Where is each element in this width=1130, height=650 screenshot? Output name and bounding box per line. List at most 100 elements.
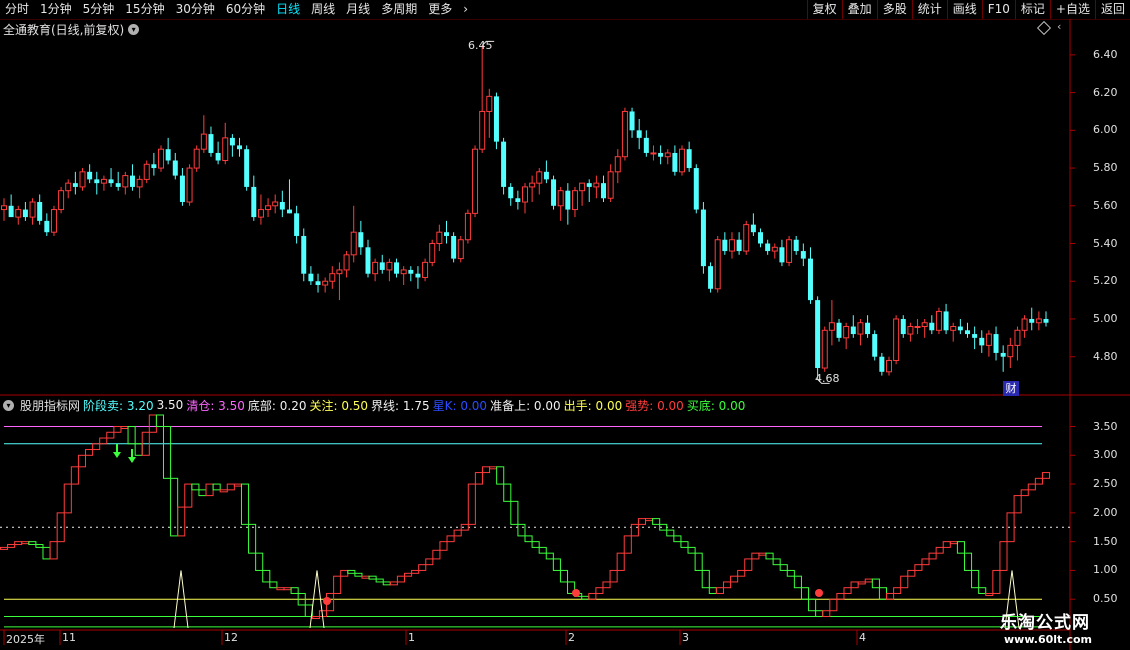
candle-body-down <box>172 160 178 176</box>
candle-body-down <box>601 183 607 199</box>
indicator-step <box>276 587 285 591</box>
indicator-step <box>269 581 278 589</box>
watermark-url: www.60lt.com <box>1004 633 1093 646</box>
candle-body-down <box>900 318 906 335</box>
indicator-step <box>1027 483 1036 491</box>
indicator-step <box>786 569 795 577</box>
chart-canvas[interactable] <box>0 0 1130 650</box>
candle-body-down <box>408 269 414 274</box>
candle-body-down <box>294 213 300 236</box>
indicator-step <box>283 587 292 591</box>
indicator-param-3: 底部: 0.20 <box>247 398 307 413</box>
candle-body-up <box>614 156 621 173</box>
candle-body-up <box>728 239 735 252</box>
indicator-step <box>21 541 30 545</box>
candle-body-down <box>972 334 978 338</box>
indicator-step <box>361 575 370 579</box>
watermark-title: 乐淘公式网 <box>1000 613 1090 633</box>
candle-body-down <box>943 311 949 331</box>
indicator-tick-label: 2.50 <box>1093 477 1118 491</box>
candle-body-down <box>279 202 285 210</box>
date-label: 2 <box>568 631 575 644</box>
candle-body-down <box>22 209 28 218</box>
indicator-step <box>474 472 483 485</box>
candle-body-up <box>786 239 793 263</box>
indicator-step <box>127 426 136 445</box>
indicator-header: ▾ 股朋指标网 阶段卖: 3.20 3.50 清仓: 3.50 底部: 0.20 关注… <box>0 397 748 413</box>
indicator-param-4: 关注: 0.50 <box>309 398 369 413</box>
indicator-step <box>893 587 902 594</box>
indicator-step <box>751 552 760 560</box>
candle-body-down <box>629 111 635 131</box>
candle-body-up <box>536 171 543 184</box>
indicator-tick-label: 3.00 <box>1093 448 1118 462</box>
candle-body-up <box>579 182 586 192</box>
indicator-step <box>467 483 476 525</box>
candle-body-down <box>722 239 728 252</box>
indicator-step <box>694 552 703 571</box>
price-tick-label: 5.80 <box>1093 161 1118 175</box>
candle-body-down <box>229 137 235 146</box>
indicator-step <box>652 518 661 525</box>
indicator-step <box>829 598 838 612</box>
candle-body-down <box>758 232 764 244</box>
indicator-step <box>481 466 491 474</box>
candle-body-up <box>79 171 86 188</box>
candle-body-up <box>422 261 429 278</box>
candle-body-up <box>336 269 343 275</box>
indicator-param-5: 界线: 1.75 <box>371 398 430 413</box>
candle-body-up <box>985 333 992 346</box>
indicator-step <box>531 541 540 548</box>
indicator-step <box>715 587 724 594</box>
candle-body-down <box>1043 318 1049 323</box>
indicator-step <box>396 575 405 583</box>
indicator-step <box>673 535 682 543</box>
indicator-step <box>510 500 519 525</box>
candle-body-up <box>1 205 7 211</box>
candle-body-up <box>935 310 942 331</box>
candle-body-up <box>950 326 957 331</box>
indicator-step <box>737 569 746 577</box>
indicator-step <box>630 523 639 537</box>
indicator-step <box>489 466 498 470</box>
candle-body-down <box>358 232 364 248</box>
candle-body-up <box>529 182 536 188</box>
candle-body-up <box>272 201 279 207</box>
indicator-step <box>503 483 512 502</box>
indicator-step <box>914 564 923 571</box>
indicator-step <box>240 483 250 525</box>
indicator-param-6: 星K: 0.00 <box>432 398 488 413</box>
candle-body-down <box>700 209 706 267</box>
candle-body-down <box>244 149 250 187</box>
candle-body-up <box>857 322 864 335</box>
date-axis: 2025年 11 12 1 2 3 4 <box>0 630 1070 646</box>
indicator-step <box>978 587 987 594</box>
candle-body-up <box>265 205 272 211</box>
indicator-step <box>226 483 235 491</box>
indicator-step <box>63 483 72 514</box>
candle-body-up <box>350 231 357 256</box>
candle-body-up <box>893 318 900 361</box>
indicator-step <box>949 541 958 545</box>
date-label: 1 <box>408 631 415 644</box>
indicator-step <box>779 564 788 571</box>
indicator-step <box>35 544 44 548</box>
candle-body-up <box>257 209 264 218</box>
candle-body-up <box>436 231 443 245</box>
candle-body-down <box>779 247 785 263</box>
candle-body-down <box>807 258 813 301</box>
indicator-step <box>375 578 384 583</box>
indicator-step <box>411 569 420 574</box>
finance-badge[interactable]: 财 <box>1003 381 1019 396</box>
candle-body-up <box>400 269 407 275</box>
indicator-step <box>354 572 363 577</box>
indicator-step <box>70 466 79 485</box>
indicator-step <box>772 558 781 566</box>
candle-body-up <box>828 322 835 331</box>
indicator-param-0: 阶段卖: 3.20 <box>83 398 154 413</box>
indicator-step <box>1013 495 1022 514</box>
indicator-step <box>722 581 732 589</box>
indicator-dropdown-icon[interactable]: ▾ <box>3 399 14 411</box>
indicator-step <box>666 529 675 537</box>
indicator-step <box>552 558 561 571</box>
